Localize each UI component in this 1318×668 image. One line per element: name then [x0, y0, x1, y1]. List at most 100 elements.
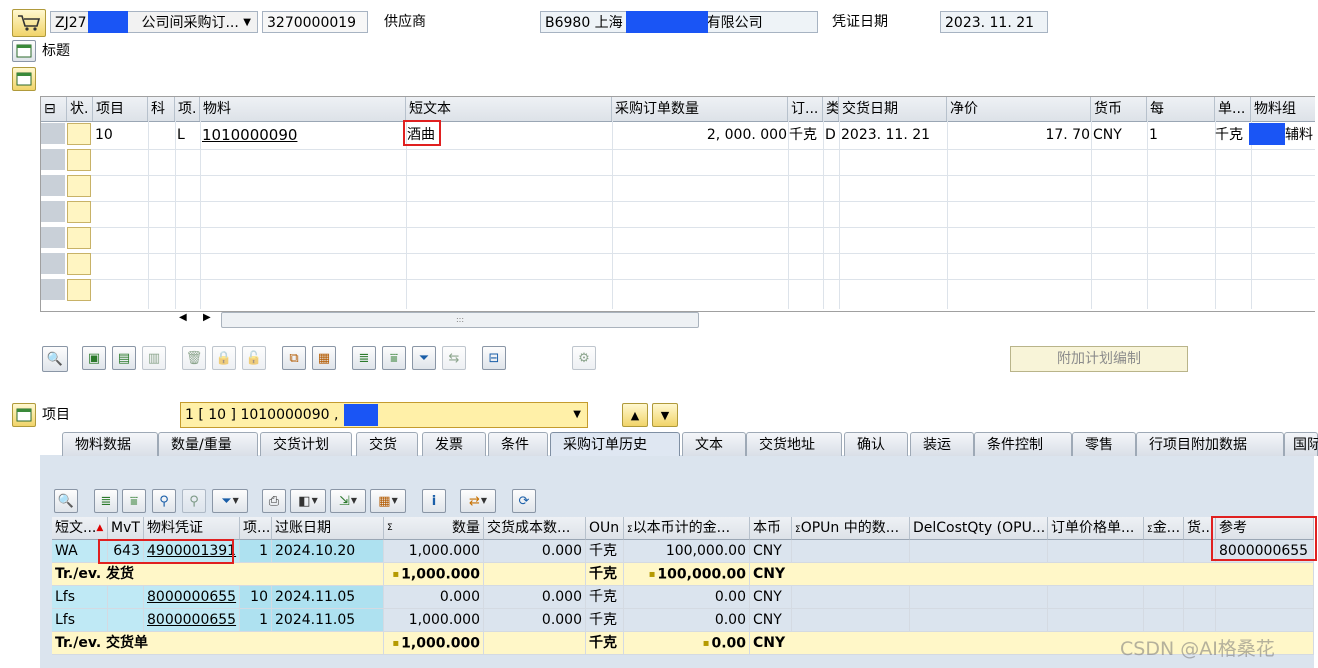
net-price-cell[interactable]: 17. 70 — [947, 123, 1090, 147]
po-qty-cell[interactable]: 2, 000. 000 — [612, 123, 787, 147]
copy-row-icon[interactable]: ▤ — [112, 346, 136, 370]
chevron-down-icon[interactable]: ▼ — [243, 12, 251, 32]
col-cat[interactable]: 项. — [175, 97, 200, 121]
status-cell[interactable] — [67, 201, 91, 223]
table-cell[interactable]: 0.000 — [484, 586, 586, 609]
item-category[interactable]: L — [177, 123, 185, 147]
table-cell[interactable]: 0.00 — [624, 609, 750, 632]
next-item-icon[interactable]: ▼ — [652, 403, 678, 427]
table-cell[interactable]: 10 — [240, 586, 272, 609]
tab-shipping[interactable]: 装运 — [910, 432, 974, 456]
table-cell[interactable] — [792, 540, 910, 563]
sort-desc-icon[interactable]: ⩸ — [122, 489, 146, 513]
table-cell[interactable] — [108, 586, 144, 609]
table-cell[interactable]: CNY — [750, 586, 792, 609]
col-status[interactable]: 状. — [67, 97, 93, 121]
table-cell[interactable]: 1 — [240, 540, 272, 563]
doc-type-field[interactable]: ZJ27 公司间采购订... ▼ — [50, 11, 258, 33]
col-amount[interactable]: Σ金... — [1144, 517, 1184, 540]
variant-icon[interactable]: ⇄ ▼ — [460, 489, 496, 513]
table-cell[interactable]: 2024.11.05 — [272, 609, 384, 632]
delete-icon[interactable]: 🗑 — [182, 346, 206, 370]
table-cell[interactable]: Lfs — [52, 586, 108, 609]
table-cell[interactable] — [1048, 609, 1144, 632]
table-cell[interactable] — [1144, 586, 1184, 609]
sort-asc-icon[interactable]: ≣ — [94, 489, 118, 513]
layout-icon[interactable]: ⊟ — [41, 97, 67, 121]
status-cell[interactable] — [67, 123, 91, 145]
layout-icon[interactable]: ▦ ▼ — [370, 489, 406, 513]
table-cell[interactable]: 100,000.00 — [624, 540, 750, 563]
row-selector[interactable] — [41, 175, 65, 197]
tab-delivery-schedule[interactable]: 交货计划 — [260, 432, 352, 456]
sort-desc-icon[interactable]: ⩸ — [382, 346, 406, 370]
tab-delivery[interactable]: 交货 — [356, 432, 418, 456]
status-cell[interactable] — [67, 253, 91, 275]
order-unit-cell[interactable]: 千克 — [789, 123, 817, 147]
uom-cell[interactable]: 千克 — [1215, 123, 1243, 147]
material-link[interactable]: 1010000090 — [202, 123, 297, 147]
table-cell[interactable]: CNY — [750, 540, 792, 563]
scroll-left-icon[interactable]: ◀ — [179, 312, 187, 323]
col-mat-doc[interactable]: 物料凭证 — [144, 517, 240, 540]
col-item[interactable]: 项... — [240, 517, 272, 540]
paste-row-icon[interactable]: ▥ — [142, 346, 166, 370]
col-post-date[interactable]: 过账日期 — [272, 517, 384, 540]
export-icon[interactable]: ⇲ ▼ — [330, 489, 366, 513]
find-icon[interactable]: ⚲ — [152, 489, 176, 513]
table-cell[interactable] — [1048, 540, 1144, 563]
mat-doc-link[interactable]: 8000000655 — [144, 586, 240, 609]
table-cell[interactable]: 2024.10.20 — [272, 540, 384, 563]
col-del-cost[interactable]: 交货成本数... — [484, 517, 586, 540]
grid-icon[interactable]: ▦ — [312, 346, 336, 370]
col-amount-lc[interactable]: Σ以本币计的金... — [624, 517, 750, 540]
package-icon[interactable]: ⊟ — [482, 346, 506, 370]
collapse-items-icon[interactable] — [12, 67, 36, 91]
table-cell[interactable]: 0.000 — [384, 586, 484, 609]
col-short-text[interactable]: 短文本 — [406, 97, 612, 121]
col-mat-group[interactable]: 物料组 — [1251, 97, 1315, 121]
col-acct[interactable]: 科 — [148, 97, 175, 121]
item-selector[interactable]: 1 [ 10 ] 1010000090 , ▼ — [180, 402, 588, 428]
horizontal-scrollbar[interactable]: ◀ ▶ ::: — [175, 311, 701, 329]
col-net-price[interactable]: 净价 — [947, 97, 1091, 121]
col-oun[interactable]: OUn — [586, 517, 624, 540]
collapse-detail-icon[interactable] — [12, 403, 36, 427]
row-selector[interactable] — [41, 201, 65, 223]
item-number[interactable]: 10 — [95, 123, 113, 147]
table-cell[interactable] — [910, 540, 1048, 563]
info-icon[interactable]: i — [422, 489, 446, 513]
table-cell[interactable]: 0.000 — [484, 609, 586, 632]
table-cell[interactable] — [792, 586, 910, 609]
col-item[interactable]: 项目 — [93, 97, 148, 121]
col-order-price-unit[interactable]: 订单价格单... — [1048, 517, 1144, 540]
refresh-icon[interactable]: ⟳ — [512, 489, 536, 513]
table-cell[interactable]: 千克 — [586, 609, 624, 632]
extra-schedule-button[interactable]: 附加计划编制 — [1010, 346, 1188, 372]
view-icon[interactable]: ◧ ▼ — [290, 489, 326, 513]
config-icon[interactable]: ⚙ — [572, 346, 596, 370]
row-selector[interactable] — [41, 149, 65, 171]
table-cell[interactable]: CNY — [750, 609, 792, 632]
tab-confirmations[interactable]: 确认 — [844, 432, 908, 456]
col-currency[interactable]: 货币 — [1091, 97, 1147, 121]
hierarchy-icon[interactable]: ⇆ — [442, 346, 466, 370]
date-cat-cell[interactable]: D — [825, 123, 836, 147]
table-cell[interactable] — [1144, 609, 1184, 632]
table-cell[interactable] — [910, 586, 1048, 609]
col-mvt[interactable]: MvT — [108, 517, 144, 540]
mat-doc-link[interactable]: 8000000655 — [144, 609, 240, 632]
tab-item-additional-data[interactable]: 行项目附加数据 — [1136, 432, 1284, 456]
row-selector[interactable] — [41, 253, 65, 275]
tab-delivery-address[interactable]: 交货地址 — [746, 432, 842, 456]
status-cell[interactable] — [67, 279, 91, 301]
row-selector[interactable] — [41, 123, 65, 145]
table-cell[interactable] — [792, 609, 910, 632]
table-cell[interactable] — [108, 609, 144, 632]
col-opun-qty[interactable]: ΣOPUn 中的数... — [792, 517, 910, 540]
details-icon[interactable]: 🔍 — [54, 489, 78, 513]
export-icon[interactable]: ▣ — [82, 346, 106, 370]
table-cell[interactable] — [910, 609, 1048, 632]
mat-group-cell[interactable]: 辅料 — [1285, 123, 1313, 147]
col-short[interactable]: 短文...▲ — [52, 517, 108, 540]
